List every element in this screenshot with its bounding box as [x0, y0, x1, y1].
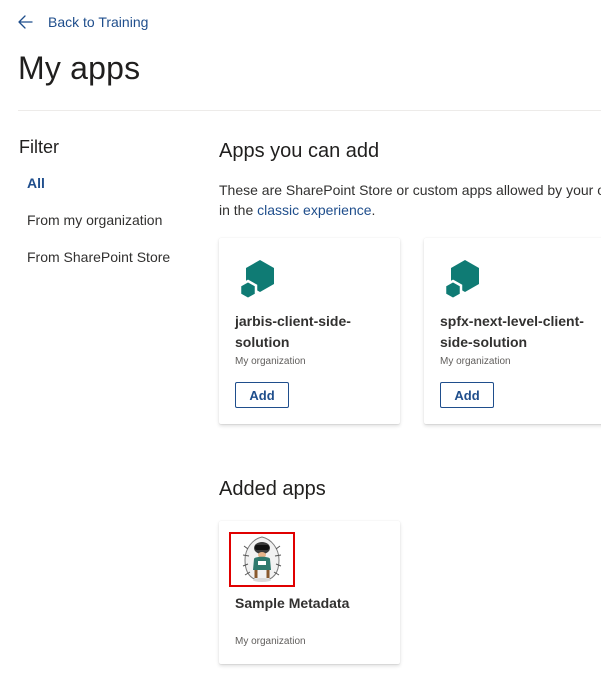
app-card-sample-metadata[interactable]: Sample Metadata My organization	[219, 521, 400, 664]
mascot-logo-icon	[242, 536, 282, 582]
filter-item-my-organization[interactable]: From my organization	[27, 212, 162, 228]
apps-description-suffix: .	[371, 202, 376, 218]
apps-description-line1: These are SharePoint Store or custom app…	[219, 182, 601, 198]
app-card-source: My organization	[235, 636, 306, 647]
app-card-source: My organization	[235, 356, 306, 367]
app-card-spfx[interactable]: spfx-next-level-client-side-solution My …	[424, 238, 601, 424]
added-apps-heading: Added apps	[219, 478, 326, 500]
filter-item-sharepoint-store[interactable]: From SharePoint Store	[27, 249, 170, 265]
apps-description: These are SharePoint Store or custom app…	[219, 180, 601, 220]
add-button[interactable]: Add	[440, 382, 494, 408]
app-card-title: jarbis-client-side-solution	[235, 313, 351, 350]
add-button[interactable]: Add	[235, 382, 289, 408]
app-card-source: My organization	[440, 356, 511, 367]
back-to-training-link[interactable]: Back to Training	[18, 12, 148, 32]
app-card-title: spfx-next-level-client-side-solution	[440, 313, 584, 350]
back-link-label: Back to Training	[48, 14, 149, 30]
apps-description-prefix: in the	[219, 202, 258, 218]
header-divider	[18, 110, 601, 111]
app-card-jarbis[interactable]: jarbis-client-side-solution My organizat…	[219, 238, 400, 424]
filter-heading: Filter	[19, 137, 59, 157]
back-arrow-icon	[18, 15, 33, 29]
hexagon-app-icon	[237, 258, 279, 301]
app-card-title: Sample Metadata	[235, 595, 350, 611]
page-title: My apps	[18, 50, 141, 86]
apps-you-can-add-heading: Apps you can add	[219, 140, 380, 162]
classic-experience-link[interactable]: classic experience	[257, 202, 371, 218]
hexagon-app-icon	[442, 258, 484, 301]
filter-item-all[interactable]: All	[27, 175, 45, 191]
app-logo-highlight	[229, 532, 295, 587]
